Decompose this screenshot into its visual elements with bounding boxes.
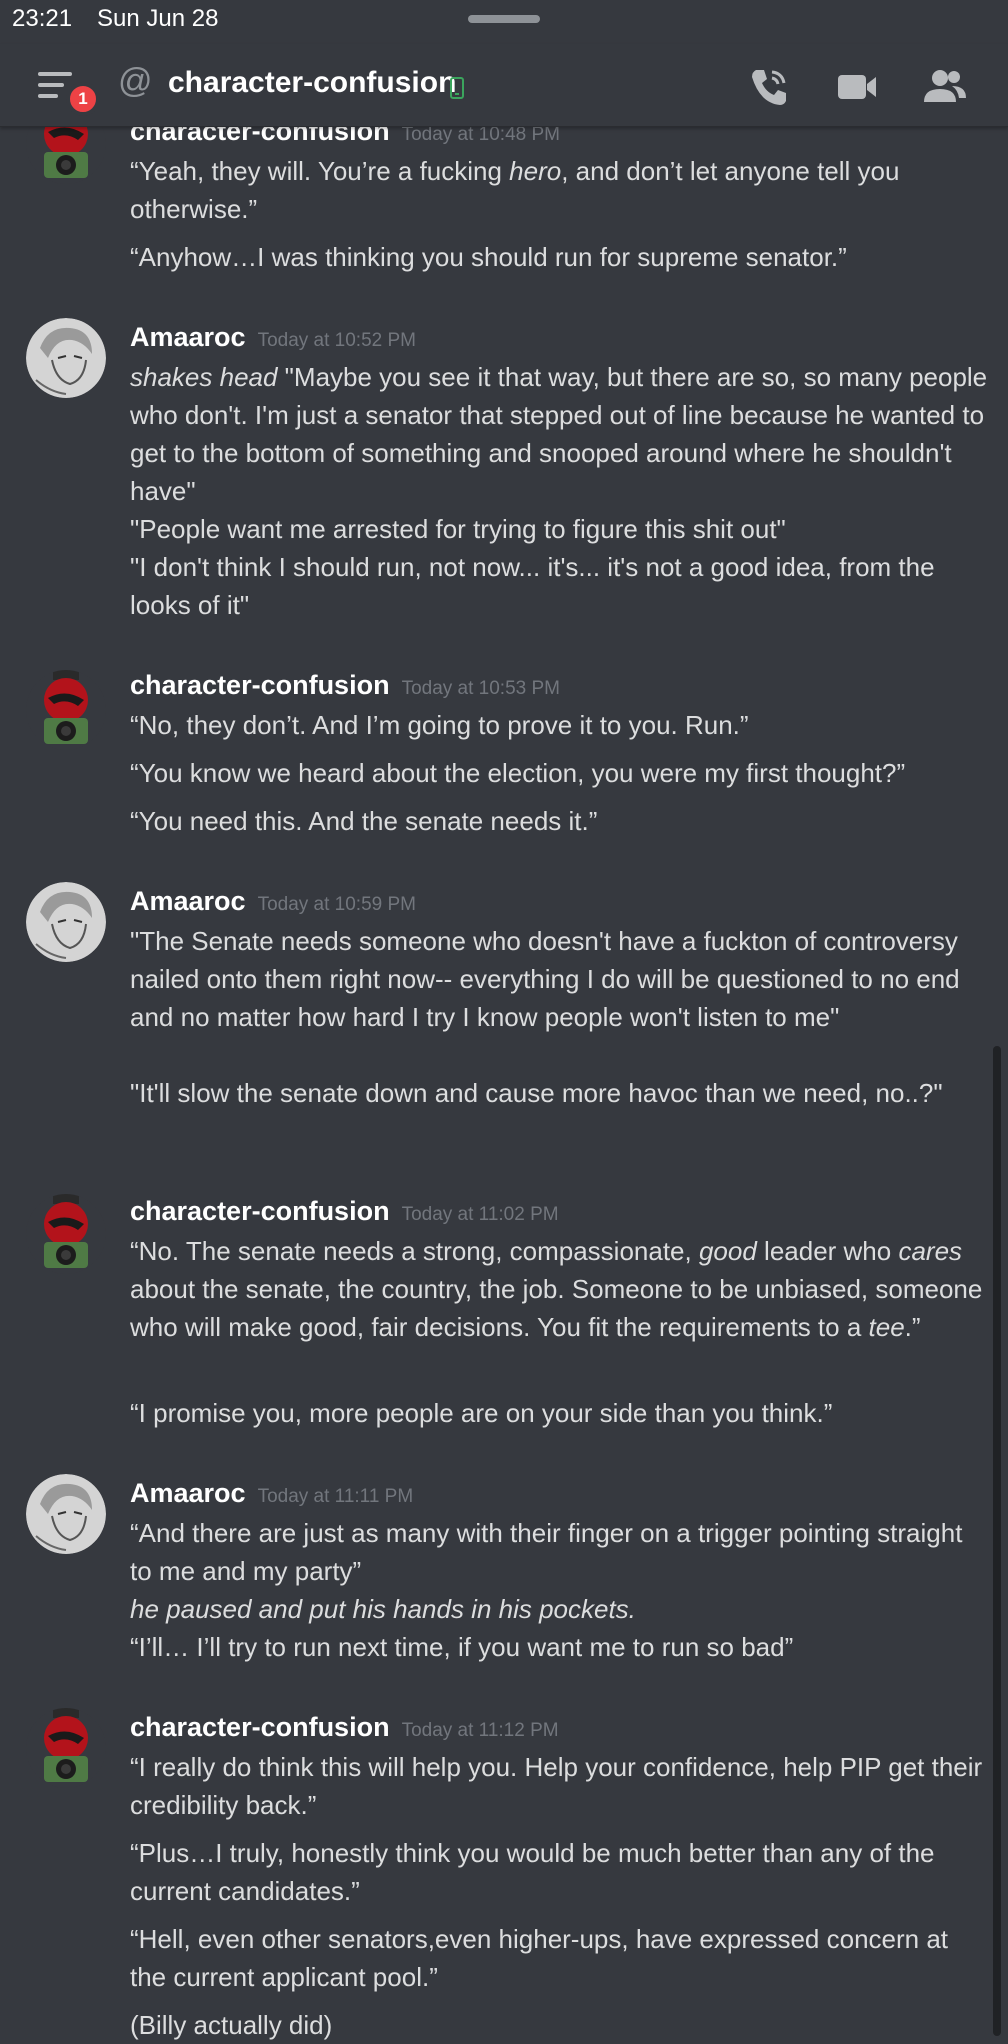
timestamp: Today at 10:48 PM	[401, 124, 560, 145]
message-text: “Hell, even other senators,even higher-u…	[130, 1924, 949, 1992]
message-text: “I promise you, more people are on your …	[130, 1398, 833, 1428]
channel-title[interactable]: character-confusion	[168, 66, 456, 100]
message-text: “Plus…I truly, honestly think you would …	[130, 1838, 935, 1906]
message-list[interactable]: character-confusion Today at 10:48 PM “Ye…	[0, 0, 1008, 2040]
avatar[interactable]	[26, 318, 106, 398]
message-text: he paused and put his hands in his pocke…	[130, 1594, 636, 1624]
sketch-portrait-avatar-icon	[26, 882, 106, 962]
call-icon[interactable]	[746, 64, 792, 110]
message-header: Amaaroc Today at 10:59 PM	[130, 886, 416, 917]
message-text: “You need this. And the senate needs it.…	[130, 806, 598, 836]
username[interactable]: Amaaroc	[130, 322, 246, 352]
timestamp: Today at 11:11 PM	[257, 1486, 414, 1507]
message-text: “I really do think this will help you. H…	[130, 1752, 983, 1820]
message-text: “And there are just as many with their f…	[130, 1518, 963, 1586]
message-header: character-confusion Today at 11:02 PM	[130, 1196, 559, 1227]
avatar[interactable]	[26, 1194, 106, 1274]
avatar[interactable]	[26, 1708, 106, 1788]
multitasking-handle[interactable]	[468, 15, 540, 23]
message-text: shakes head "Maybe you see it that way, …	[130, 362, 988, 506]
scrollbar[interactable]	[993, 1046, 1001, 2036]
message-text: "The Senate needs someone who doesn't ha…	[130, 926, 960, 1032]
username[interactable]: Amaaroc	[130, 1478, 246, 1508]
robot-avatar-icon	[26, 1708, 106, 1788]
at-icon: @	[118, 62, 153, 100]
sketch-portrait-avatar-icon	[26, 318, 106, 398]
message-text: (Billy actually did)	[130, 2010, 333, 2040]
timestamp: Today at 11:02 PM	[401, 1204, 559, 1225]
username[interactable]: character-confusion	[130, 1196, 390, 1226]
username[interactable]: character-confusion	[130, 670, 390, 700]
unread-badge: 1	[66, 82, 100, 116]
timestamp: Today at 10:53 PM	[401, 678, 560, 699]
status-bar: 23:21 Sun Jun 28	[0, 0, 1008, 44]
timestamp: Today at 10:59 PM	[257, 894, 416, 915]
avatar[interactable]	[26, 670, 106, 750]
message-text: “Yeah, they will. You’re a fucking hero,…	[130, 156, 900, 224]
username[interactable]: character-confusion	[130, 1712, 390, 1742]
message-text: "It'll slow the senate down and cause mo…	[130, 1078, 943, 1108]
username[interactable]: Amaaroc	[130, 886, 246, 916]
avatar[interactable]	[26, 1474, 106, 1554]
message-text: "People want me arrested for trying to f…	[130, 514, 786, 544]
message-text: “You know we heard about the election, y…	[130, 758, 906, 788]
message-text: “No. The senate needs a strong, compassi…	[130, 1236, 983, 1342]
status-date: Sun Jun 28	[97, 5, 219, 32]
members-icon[interactable]	[922, 64, 968, 110]
robot-avatar-icon	[26, 1194, 106, 1274]
message-header: character-confusion Today at 10:53 PM	[130, 670, 560, 701]
sketch-portrait-avatar-icon	[26, 1474, 106, 1554]
message-text: “No, they don’t. And I’m going to prove …	[130, 710, 749, 740]
status-time: 23:21	[12, 5, 73, 32]
message-text: “Anyhow…I was thinking you should run fo…	[130, 242, 847, 272]
avatar[interactable]	[26, 882, 106, 962]
robot-avatar-icon	[26, 670, 106, 750]
timestamp: Today at 10:52 PM	[257, 330, 416, 351]
mobile-status-icon	[450, 77, 464, 99]
message-header: Amaaroc Today at 10:52 PM	[130, 322, 416, 353]
message-header: Amaaroc Today at 11:11 PM	[130, 1478, 413, 1509]
video-icon[interactable]	[834, 64, 880, 110]
message-header: character-confusion Today at 11:12 PM	[130, 1712, 559, 1743]
message-text: "I don't think I should run, not now... …	[130, 552, 935, 620]
timestamp: Today at 11:12 PM	[401, 1720, 559, 1741]
channel-header: 1 @ character-confusion	[0, 44, 1008, 127]
message-text: “I’ll… I’ll try to run next time, if you…	[130, 1632, 794, 1662]
